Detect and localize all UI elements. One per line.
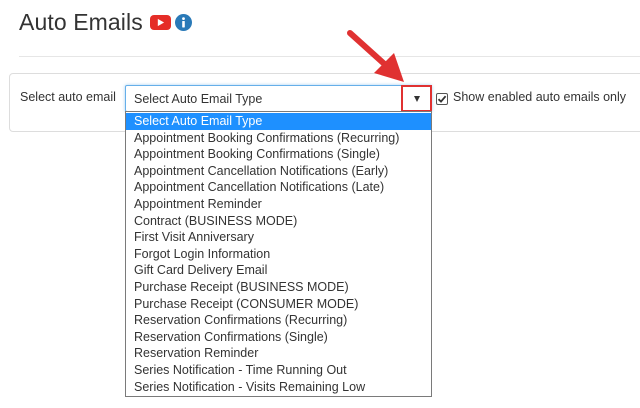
dropdown-option[interactable]: Reservation Reminder (126, 345, 431, 362)
header-divider (19, 56, 640, 57)
info-icon[interactable] (174, 13, 192, 31)
play-triangle-icon (157, 18, 164, 26)
dropdown-option[interactable]: Select Auto Email Type (126, 113, 431, 130)
dropdown-option[interactable]: Purchase Receipt (BUSINESS MODE) (126, 279, 431, 296)
dropdown-option[interactable]: Forgot Login Information (126, 246, 431, 263)
select-auto-email-label: Select auto email (20, 90, 116, 104)
dropdown-option[interactable]: Reservation Confirmations (Single) (126, 329, 431, 346)
dropdown-option[interactable]: Appointment Booking Confirmations (Singl… (126, 146, 431, 163)
page-header: Auto Emails (19, 6, 192, 38)
dropdown-option[interactable]: Contract (BUSINESS MODE) (126, 213, 431, 230)
youtube-play-icon[interactable] (149, 14, 171, 30)
info-glyph-icon (181, 16, 185, 27)
auto-email-dropdown-list: Select Auto Email Type Appointment Booki… (125, 111, 432, 397)
dropdown-option[interactable]: Reservation Confirmations (Recurring) (126, 312, 431, 329)
enabled-only-checkbox[interactable] (436, 93, 448, 105)
dropdown-toggle-button[interactable] (401, 85, 432, 112)
enabled-only-label[interactable]: Show enabled auto emails only (453, 90, 626, 104)
dropdown-option[interactable]: Appointment Booking Confirmations (Recur… (126, 130, 431, 147)
dropdown-option[interactable]: First Visit Anniversary (126, 229, 431, 246)
dropdown-option[interactable]: Appointment Cancellation Notifications (… (126, 179, 431, 196)
dropdown-option[interactable]: Gift Card Delivery Email (126, 262, 431, 279)
dropdown-option[interactable]: Purchase Receipt (CONSUMER MODE) (126, 296, 431, 313)
annotation-arrow-icon (347, 30, 404, 82)
dropdown-option[interactable]: Series Notification - Visits Remaining L… (126, 379, 431, 396)
caret-down-icon (413, 96, 420, 102)
dropdown-option[interactable]: Series Notification - Time Running Out (126, 362, 431, 379)
auto-email-type-select[interactable]: Select Auto Email Type (125, 85, 432, 112)
page-title: Auto Emails (19, 8, 143, 35)
checkmark-icon (437, 95, 447, 103)
select-current-value: Select Auto Email Type (134, 92, 263, 106)
dropdown-option[interactable]: Appointment Cancellation Notifications (… (126, 163, 431, 180)
dropdown-option[interactable]: Appointment Reminder (126, 196, 431, 213)
